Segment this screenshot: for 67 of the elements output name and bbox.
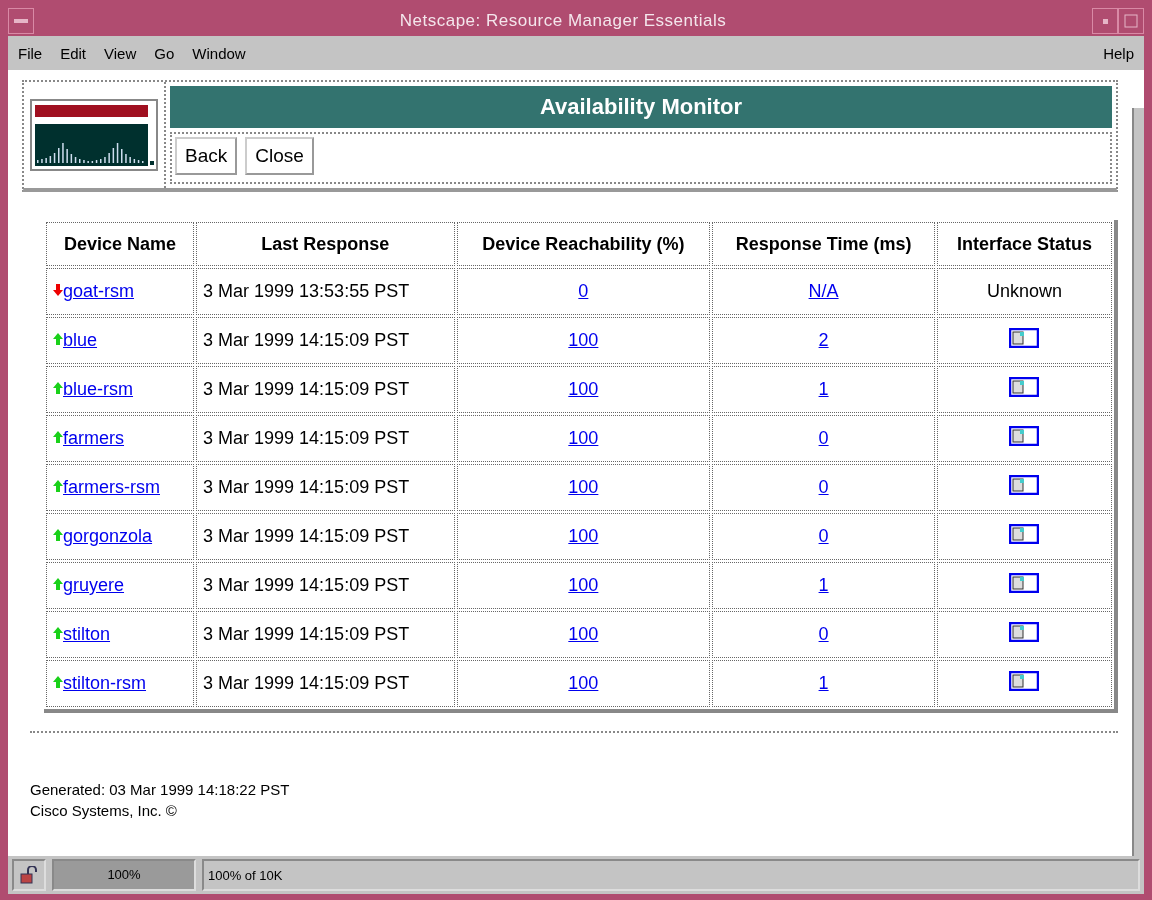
generated-text: Generated: 03 Mar 1999 14:18:22 PST [30, 780, 291, 800]
menu-item[interactable]: View [104, 44, 137, 62]
table-cell: 3 Mar 1999 13:53:55 PST [196, 268, 455, 315]
reachability-link[interactable]: 100 [568, 428, 599, 448]
device-link[interactable]: farmers [63, 428, 124, 448]
device-link[interactable]: stilton [63, 624, 111, 644]
menu-item[interactable]: Window [192, 44, 246, 62]
response-time-link[interactable]: 0 [818, 477, 829, 497]
reachability-link[interactable]: 100 [568, 477, 599, 497]
minimize-icon [1102, 18, 1108, 24]
table-cell: 3 Mar 1999 14:15:09 PST [196, 366, 455, 413]
table-cell: 3 Mar 1999 14:15:09 PST [196, 562, 455, 609]
window-menu-button[interactable] [8, 8, 34, 34]
menu-item[interactable]: Go [154, 44, 175, 62]
reachability-link[interactable]: 100 [568, 624, 599, 644]
table-cell: 3 Mar 1999 14:15:09 PST [196, 415, 455, 462]
device-link[interactable]: blue-rsm [63, 379, 133, 399]
reachability-link[interactable]: 0 [578, 281, 589, 301]
back-button[interactable]: Back [175, 137, 238, 175]
interface-status-icon[interactable] [1009, 377, 1040, 397]
reachability-link[interactable]: 100 [568, 379, 599, 399]
interface-status-icon[interactable] [1009, 671, 1040, 691]
interface-status-icon[interactable] [1009, 426, 1040, 446]
interface-status-icon[interactable] [1009, 622, 1040, 642]
column-header: Interface Status [936, 222, 1112, 266]
close-button[interactable]: Close [245, 137, 314, 175]
column-header: Response Time (ms) [712, 222, 935, 266]
column-header: Last Response [196, 222, 455, 266]
logo-icon [30, 99, 158, 171]
column-header: Device Name [46, 222, 195, 266]
reachability-link[interactable]: 100 [568, 673, 599, 693]
reachability-link[interactable]: 100 [568, 330, 599, 350]
interface-status-icon[interactable] [1009, 475, 1040, 495]
table-cell: 3 Mar 1999 14:15:09 PST [196, 317, 455, 364]
maximize-icon [1124, 14, 1138, 28]
response-time-link[interactable]: 1 [818, 673, 829, 693]
menu-item[interactable]: Edit [60, 44, 87, 62]
dash-icon [14, 19, 28, 23]
response-time-link[interactable]: 0 [818, 624, 829, 644]
progress-bar: 100% [52, 859, 196, 891]
response-time-link[interactable]: 1 [818, 575, 829, 595]
reachability-link[interactable]: 100 [568, 526, 599, 546]
status-message: 100% of 10K [202, 859, 1140, 891]
interface-status-icon[interactable] [1009, 328, 1040, 348]
response-time-link[interactable]: 1 [818, 379, 829, 399]
response-time-link[interactable]: N/A [808, 281, 839, 301]
menu-item[interactable]: Help [1103, 44, 1134, 62]
column-header: Device Reachability (%) [456, 222, 711, 266]
table-cell: 3 Mar 1999 14:15:09 PST [196, 513, 455, 560]
device-link[interactable]: blue [63, 330, 98, 350]
device-link[interactable]: gruyere [63, 575, 125, 595]
menu-item[interactable]: File [18, 44, 43, 62]
table-cell: Unknown [936, 268, 1112, 315]
table-cell: 3 Mar 1999 14:15:09 PST [196, 464, 455, 511]
padlock-icon[interactable] [20, 866, 38, 884]
interface-status-icon[interactable] [1009, 573, 1040, 593]
response-time-link[interactable]: 0 [818, 526, 829, 546]
window-title: Netscape: Resource Manager Essentials [398, 11, 728, 31]
page-title: Availability Monitor [170, 86, 1112, 128]
response-time-link[interactable]: 0 [818, 428, 829, 448]
table-cell: 3 Mar 1999 14:15:09 PST [196, 611, 455, 658]
reachability-link[interactable]: 100 [568, 575, 599, 595]
minimize-button[interactable] [1092, 8, 1118, 34]
table-cell: 3 Mar 1999 14:15:09 PST [196, 660, 455, 707]
copyright-text: Cisco Systems, Inc. © [30, 801, 178, 821]
interface-status-icon[interactable] [1009, 524, 1040, 544]
response-time-link[interactable]: 2 [818, 330, 829, 350]
